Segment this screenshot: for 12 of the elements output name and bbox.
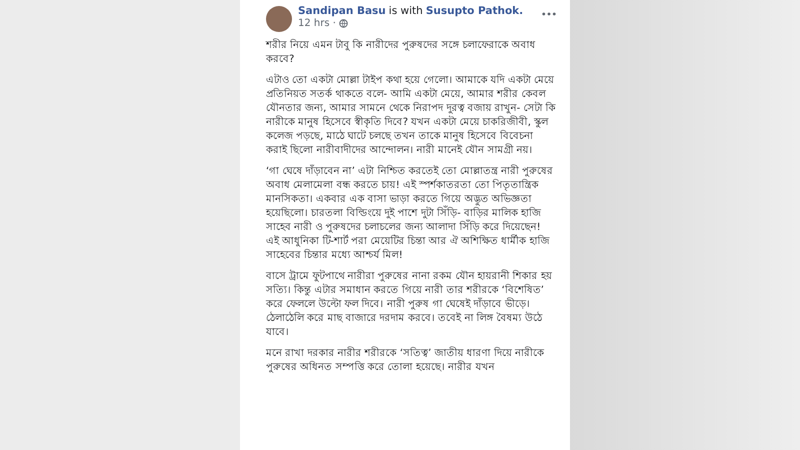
post-paragraph: মনে রাখা দরকার নারীর শরীরকে ‘সতিত্ব’ জাতীয় ধারণা দিয়ে নারীকে পুরুষের অধিনত সম্পত্তি করে তোলা হয়েছে। নারীর যখন	[266, 347, 546, 375]
post-paragraph: এটাও তো একটা মোল্লা টাইপ কথা হয়ে গেলো। আমাকে যদি একটা মেয়ে প্রতিনিয়ত সতর্ক থাকতে বলে- আমি একটা মেয়ে, আমার শরীর কেবল যৌনতার জন্য, আমার সামনে থেকে নিরাপদ দুরত্ব বজায় রাখুন- সেটা কি নারীকে মানুষ হিসেবে স্বীকৃতি দিবে? যখন একটা মেয়ে চাকরিজীবী, স্কুল কলেজ পড়ছে, মাঠে ঘাটে চলছে তখন তাকে মানুষ হিসেবে বিবেচনা করাই ছিলো নারীবাদীদের আন্দোলন। নারী মানেই যৌন সামগ্রী নয়।	[266, 74, 556, 158]
tagged-link[interactable]: Susupto Pathok.	[426, 5, 524, 17]
author-link[interactable]: Sandipan Basu	[298, 5, 386, 17]
avatar-icon[interactable]	[266, 6, 292, 32]
with-text: is with	[388, 5, 423, 17]
more-options-icon[interactable]	[542, 12, 556, 16]
post-time[interactable]: 12 hrs ·	[298, 18, 336, 29]
post-paragraph: শরীর নিয়ে এমন টাবু কি নারীদের পুরুষদের সঙ্গে চলাফেরাকে অবাধ করবে?	[266, 39, 537, 67]
post-paragraph: বাসে ট্রামে ফুটপাথে নারীরা পুরুষের নানা রকম যৌন হায়রানী শিকার হয় সত্যি। কিন্তু এটার সমাধান করতে গিয়ে নারী তার শরীরকে ‘বিশেষিত’ করে ফেললে উল্টো ফল দিবে। নারী পুরুষ গা ঘেষেই দাঁড়াবে ভীড়ে। ঠেলাঠেলি করে মাছ বাজারে দরদাম করবে। তবেই না লিঙ্গ বৈষম্য উঠে যাবে।	[266, 270, 553, 340]
post-paragraph: ‘গা ঘেষে দাঁড়াবেন না’ এটা নিশ্চিত করতেই তো মোল্লাতন্ত্র নারী পুরুষের অবাধ মেলামেলা বন্ধ করতে চায়! এই স্পর্শকাতরতা তো পিতৃতান্ত্রিক মানসিকতা। একবার এক বাসা ভাড়া করতে গিয়ে অদ্ভুত অভিজ্ঞতা হয়েছিলো। চারতলা বিল্ডিংয়ে দুই পাশে দুটা সিঁড়ি- বাড়ির মালিক হাজি সাহেব নারী ও পুরুষদের চলাচলের জন্য আলাদা সিঁড়ি করে দিয়েছেন! এই আধুনিকা টি-শার্ট পরা মেয়েটির চিন্তা আর ঐ অশিক্ষিত ধার্মীক হাজি সাহেবের চিন্তার মধ্যে আশ্চর্য মিল!	[266, 165, 554, 263]
globe-icon	[338, 19, 348, 28]
